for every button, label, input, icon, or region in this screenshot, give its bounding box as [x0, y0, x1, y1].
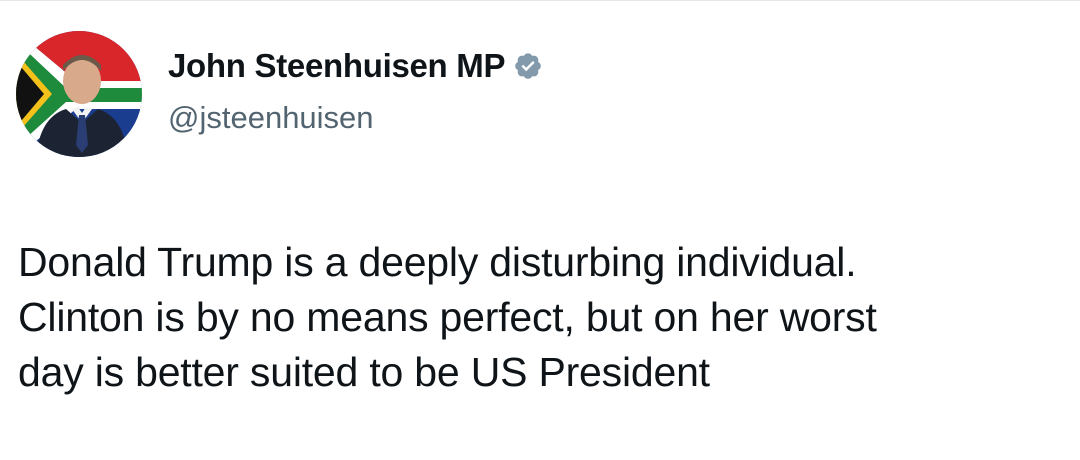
avatar-image [16, 31, 142, 157]
author-handle[interactable]: @jsteenhuisen [168, 100, 374, 136]
tweet-text: Donald Trump is a deeply disturbing indi… [18, 235, 1068, 400]
tweet-text-line: Clinton is by no means perfect, but on h… [18, 294, 877, 340]
author-name-row[interactable]: John Steenhuisen MP [168, 47, 543, 85]
verified-badge-icon [513, 51, 543, 81]
tweet-text-line: day is better suited to be US President [18, 349, 710, 395]
avatar[interactable] [16, 31, 142, 157]
tweet-text-line: Donald Trump is a deeply disturbing indi… [18, 239, 857, 285]
tweet-card: John Steenhuisen MP @jsteenhuisen Donald… [0, 0, 1080, 460]
author-display-name[interactable]: John Steenhuisen MP [168, 47, 505, 85]
